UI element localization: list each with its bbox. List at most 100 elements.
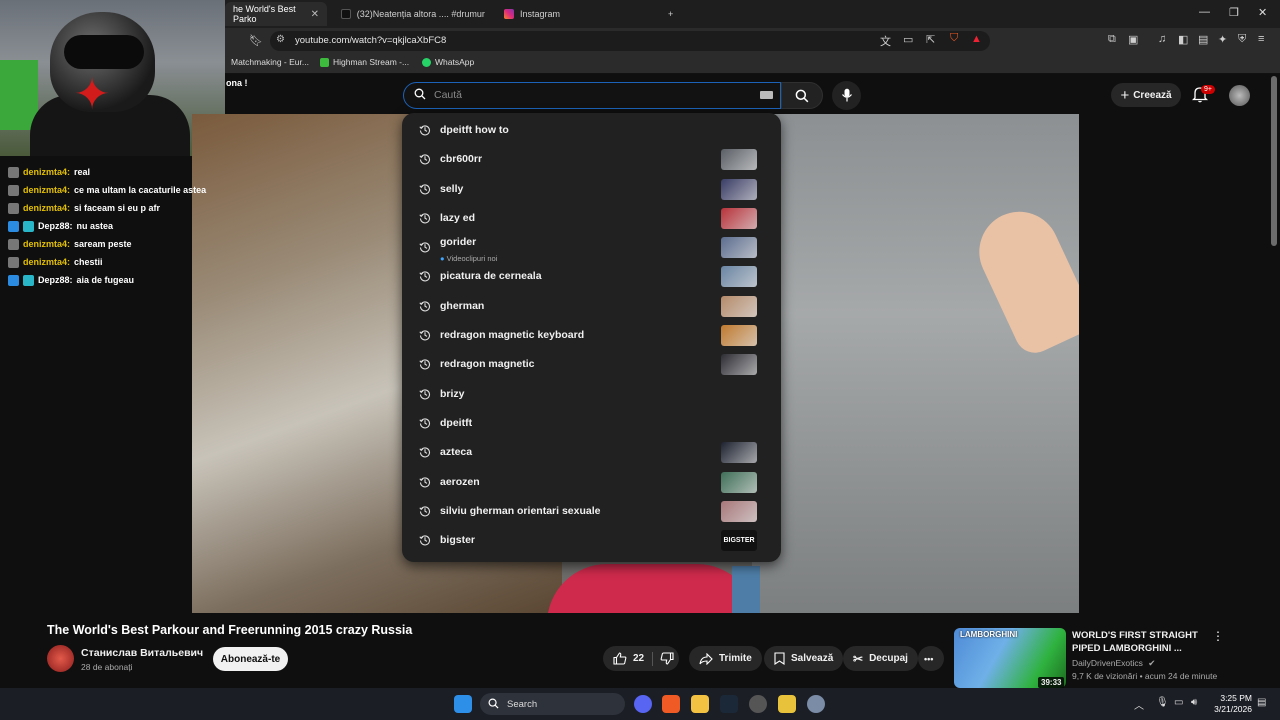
bookmark-matchmaking[interactable]: Matchmaking - Eur...: [231, 57, 309, 67]
windows-start-icon[interactable]: [454, 695, 472, 713]
create-button[interactable]: + Creează: [1111, 83, 1181, 107]
suggestion-thumbnail[interactable]: [721, 266, 757, 287]
channel-avatar[interactable]: [47, 645, 74, 672]
restore-icon[interactable]: ❐: [1229, 6, 1239, 19]
more-actions-button[interactable]: •••: [918, 646, 944, 671]
search-suggestion[interactable]: lazy ed: [402, 204, 781, 233]
translate-icon[interactable]: 文: [880, 33, 891, 49]
suggestion-thumbnail[interactable]: [721, 149, 757, 170]
suggestion-thumbnail[interactable]: [721, 325, 757, 346]
steam-icon[interactable]: [720, 695, 738, 713]
suggestion-thumbnail[interactable]: [721, 179, 757, 200]
search-suggestion[interactable]: bigster BIGSTER: [402, 526, 781, 555]
chat-text: real: [74, 167, 91, 177]
extensions-icon[interactable]: ⧉: [1108, 33, 1116, 46]
close-window-icon[interactable]: ✕: [1258, 6, 1267, 19]
tiktok-icon: [341, 9, 351, 19]
settings-icon[interactable]: [807, 695, 825, 713]
search-suggestion[interactable]: redragon magnetic keyboard: [402, 321, 781, 350]
chat-user-avatar: [8, 166, 19, 178]
app-icon[interactable]: [778, 695, 796, 713]
tray-microphone-icon[interactable]: 🎙︎: [1156, 697, 1169, 708]
taskbar-search[interactable]: Search: [480, 693, 625, 715]
account-avatar[interactable]: [1229, 85, 1250, 106]
bookmark-whatsapp[interactable]: WhatsApp: [422, 57, 474, 67]
suggestion-thumbnail[interactable]: [721, 237, 757, 258]
chat-badge-icon: [23, 274, 34, 286]
save-button[interactable]: Salvează: [764, 646, 844, 671]
search-suggestion[interactable]: selly: [402, 175, 781, 204]
like-button[interactable]: 22: [613, 652, 644, 665]
search-suggestion[interactable]: picatura de cerneala: [402, 262, 781, 291]
search-suggestion[interactable]: azteca: [402, 438, 781, 467]
suggestion-text: redragon magnetic keyboard: [440, 329, 585, 341]
video-frame-right: [752, 114, 1079, 613]
taskbar-clock[interactable]: 3:25 PM 3/21/2026: [1210, 693, 1252, 715]
site-info-icon[interactable]: ⚙︎: [276, 34, 285, 45]
keyboard-icon[interactable]: [760, 91, 773, 99]
suggestion-thumbnail[interactable]: [721, 442, 757, 463]
wallet-icon[interactable]: ▤: [1198, 33, 1208, 46]
brave-rewards-icon[interactable]: ▲: [971, 33, 982, 45]
suggestion-thumbnail[interactable]: [721, 208, 757, 229]
recommended-video-title[interactable]: WORLD'S FIRST STRAIGHT PIPED LAMBORGHINI…: [1072, 629, 1202, 655]
search-button[interactable]: [781, 82, 823, 109]
verified-icon: ✔︎: [1148, 658, 1156, 668]
suggestion-thumbnail[interactable]: [721, 354, 757, 375]
recommended-channel-name[interactable]: DailyDrivenExotics ✔︎: [1072, 658, 1155, 669]
notification-center-icon[interactable]: ▤: [1257, 697, 1266, 708]
search-suggestion[interactable]: brizy: [402, 380, 781, 409]
plus-icon: +: [1120, 86, 1130, 104]
tab-instagram[interactable]: Instagram: [496, 2, 656, 26]
minimize-icon[interactable]: —: [1199, 6, 1210, 18]
share-button[interactable]: Trimite: [689, 646, 762, 671]
sidebar-panel-icon[interactable]: ▣: [1128, 33, 1138, 46]
music-icon[interactable]: ♫: [1158, 33, 1166, 45]
voice-search-button[interactable]: [832, 81, 861, 110]
tab-tiktok[interactable]: (32)Neatenția altora .... #drumuribun: [333, 2, 493, 26]
brave-browser-icon[interactable]: [662, 695, 680, 713]
subscriber-count: 28 de abonați: [81, 662, 133, 672]
new-tab-button[interactable]: +: [660, 2, 681, 26]
tray-volume-icon[interactable]: 🔊︎: [1191, 697, 1197, 708]
obs-icon[interactable]: [749, 695, 767, 713]
kebab-menu-icon[interactable]: ⋮: [1212, 629, 1224, 643]
leo-ai-icon[interactable]: ✦: [1218, 33, 1227, 46]
suggestion-thumbnail[interactable]: [721, 501, 757, 522]
tray-network-icon[interactable]: ▭: [1174, 697, 1183, 708]
search-suggestion[interactable]: redragon magnetic: [402, 350, 781, 379]
search-suggestion[interactable]: aerozen: [402, 468, 781, 497]
close-tab-icon[interactable]: ✕: [311, 9, 319, 20]
reader-icon[interactable]: ▭: [903, 33, 913, 46]
file-explorer-icon[interactable]: [691, 695, 709, 713]
split-view-icon[interactable]: ◧: [1178, 33, 1188, 46]
thumbs-down-icon: [660, 652, 674, 665]
bookmark-highman[interactable]: Highman Stream -...: [320, 57, 409, 67]
suggestion-text: cbr600rr: [440, 153, 483, 165]
search-suggestion[interactable]: gherman: [402, 292, 781, 321]
search-suggestion[interactable]: dpeitft: [402, 409, 781, 438]
search-input[interactable]: [434, 86, 734, 104]
subscribe-button[interactable]: Abonează-te: [213, 647, 288, 671]
vpn-icon[interactable]: ⛨: [1238, 33, 1246, 46]
tray-overflow-icon[interactable]: ︿: [1134, 697, 1144, 712]
suggestion-thumbnail[interactable]: BIGSTER: [721, 530, 757, 551]
suggestion-thumbnail[interactable]: [721, 472, 757, 493]
menu-icon[interactable]: ≡: [1258, 33, 1264, 45]
discord-icon[interactable]: [634, 695, 652, 713]
bookmark-icon[interactable]: 🔖︎: [249, 34, 263, 47]
page-scrollbar[interactable]: [1271, 76, 1277, 246]
history-icon: [419, 359, 431, 370]
channel-name[interactable]: Станислав Витальевич: [81, 647, 203, 659]
search-suggestion[interactable]: cbr600rr: [402, 145, 781, 174]
brave-shield-icon[interactable]: ⛉: [950, 32, 958, 45]
share-page-icon[interactable]: ⇱: [926, 33, 935, 46]
clip-button[interactable]: ✂ Decupaj: [843, 646, 918, 671]
search-suggestion[interactable]: dpeitft how to: [402, 116, 781, 145]
tab-parkour-video[interactable]: he World's Best Parko ✕: [225, 2, 327, 26]
history-icon: [419, 271, 431, 282]
suggestion-thumbnail[interactable]: [721, 296, 757, 317]
search-suggestion[interactable]: silviu gherman orientari sexuale: [402, 497, 781, 526]
dislike-button[interactable]: [660, 652, 674, 670]
search-suggestion[interactable]: gorider ● Videoclipuri noi: [402, 233, 781, 263]
